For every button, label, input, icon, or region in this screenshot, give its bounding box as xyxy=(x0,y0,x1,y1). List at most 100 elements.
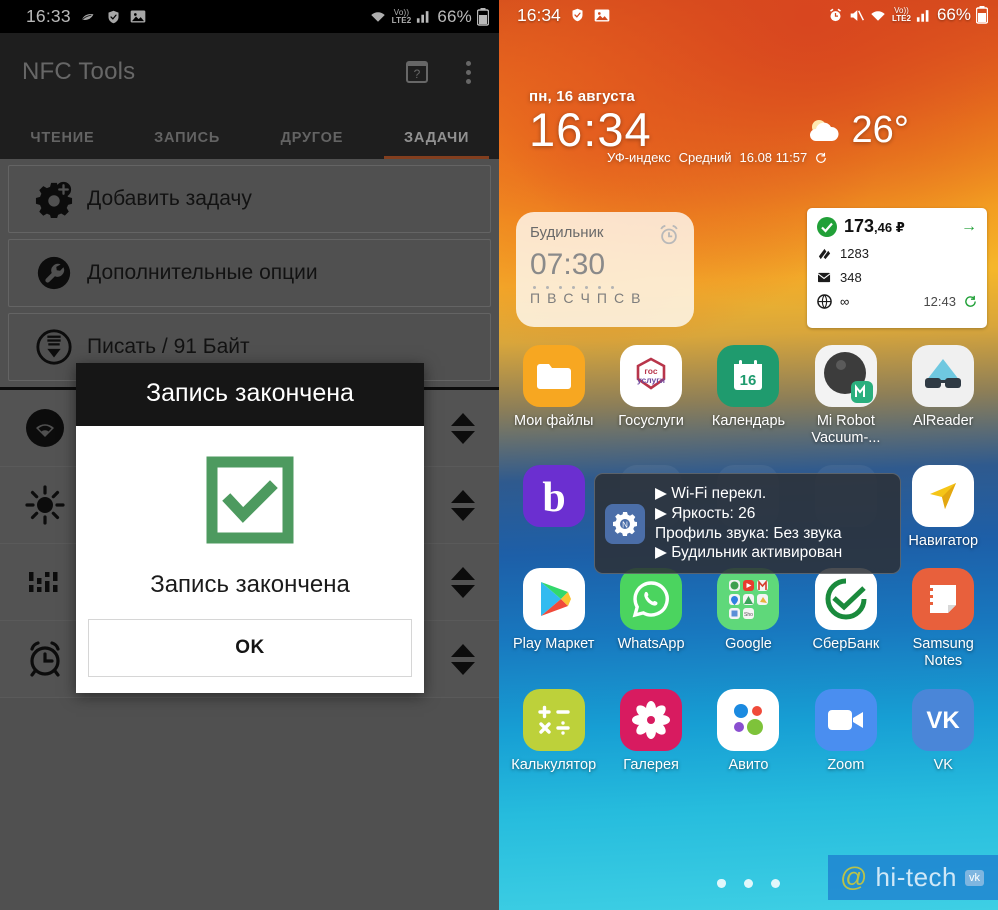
popup-line: ▶ Яркость: 26 xyxy=(655,504,756,522)
alarm-widget[interactable]: Будильник 07:30 П В С Ч П С В xyxy=(516,212,694,327)
alarm-days-row: П В С Ч П С В xyxy=(530,290,680,306)
app-label: Zoom xyxy=(827,756,865,773)
automation-popup-lines: ▶ Wi-Fi перекл. ▶ Яркость: 26 Профиль зв… xyxy=(655,484,842,563)
sber-logo-icon xyxy=(817,216,837,237)
app-label: Галерея xyxy=(623,756,679,773)
app-label: Навигатор xyxy=(908,533,979,550)
app-label: Google xyxy=(725,636,772,653)
app-zoom[interactable]: Zoom xyxy=(797,688,894,774)
app-row: Калькулятор Галерея Авито Zoom VK VK xyxy=(499,688,998,774)
yandex-navigator-icon xyxy=(912,465,975,528)
right-status-bar: 16:34 Vo)) LTE2 66% xyxy=(499,0,998,30)
app-gosuslugi[interactable]: гос услуги Госуслуги xyxy=(602,345,699,447)
gosuslugi-icon: гос услуги xyxy=(620,345,683,407)
page-dot-1[interactable] xyxy=(717,879,726,888)
bank-widget-header: 173,46 ₽ → xyxy=(817,216,977,237)
bank-row-value: ∞ xyxy=(840,294,850,309)
bank-widget[interactable]: 173,46 ₽ → 1283 348 ∞ 12:43 xyxy=(807,208,987,328)
play-store-icon xyxy=(522,568,585,631)
google-folder-icon: Sho xyxy=(717,568,780,631)
right-phone-screen: 16:34 Vo)) LTE2 66% пн, 16 августа 16:34… xyxy=(499,0,998,910)
app-row: Play Маркет WhatsApp Sho Google СберБанк… xyxy=(499,568,998,670)
clock-weather-widget[interactable]: пн, 16 августа 16:34 26° УФ-индекс Средн… xyxy=(529,88,969,165)
app-label: Mi Robot Vacuum-... xyxy=(811,413,881,447)
alarm-day: Ч xyxy=(580,290,590,306)
bank-update-time: 12:43 xyxy=(923,294,956,309)
dialog-message: Запись закончена xyxy=(150,571,350,598)
alarm-widget-time: 07:30 xyxy=(530,248,606,281)
green-check-box-icon xyxy=(76,456,424,549)
status-left-group: 16:34 xyxy=(517,5,610,26)
dialog-title: Запись закончена xyxy=(76,363,424,426)
gallery-icon xyxy=(620,688,683,751)
automation-popup[interactable]: N ▶ Wi-Fi перекл. ▶ Яркость: 26 Профиль … xyxy=(594,473,901,575)
sber-spasibo-icon xyxy=(817,246,832,261)
globe-icon xyxy=(817,294,832,309)
bank-row-value: 348 xyxy=(840,270,862,285)
volte-indicator: Vo)) LTE2 xyxy=(892,6,911,23)
calendar-16-icon: 16 xyxy=(717,345,780,407)
status-right-group: Vo)) LTE2 66% xyxy=(828,5,989,25)
app-play-market[interactable]: Play Маркет xyxy=(505,568,602,670)
folder-icon xyxy=(522,345,585,407)
app-label: Калькулятор xyxy=(511,756,597,773)
app-google-folder[interactable]: Sho Google xyxy=(700,568,797,670)
sberbank-icon xyxy=(814,568,877,631)
refresh-icon[interactable] xyxy=(815,152,827,164)
dual-screenshot-stage: 16:33 Vo)) LTE2 66% NFC Tools ? ЧТЕНИЕ З… xyxy=(0,0,998,910)
app-avito[interactable]: Авито xyxy=(700,688,797,774)
mi-robot-vacuum-icon xyxy=(814,345,877,407)
refresh-icon[interactable] xyxy=(964,295,977,308)
weather-updated: 16.08 11:57 xyxy=(739,150,808,166)
svg-text:услуги: услуги xyxy=(637,375,665,385)
samsung-notes-icon xyxy=(912,568,975,631)
partly-cloudy-icon xyxy=(806,116,846,146)
mute-icon xyxy=(848,8,864,23)
svg-text:VK: VK xyxy=(927,707,961,734)
app-label: Play Маркет xyxy=(513,636,595,653)
app-label: СберБанк xyxy=(812,636,880,653)
signal-icon xyxy=(916,8,932,23)
app-label: Мои файлы xyxy=(513,413,594,429)
alreader-icon xyxy=(912,345,975,407)
status-time: 16:34 xyxy=(517,4,561,25)
whatsapp-icon xyxy=(620,568,683,631)
vk-icon: VK xyxy=(912,688,975,751)
app-samsung-notes[interactable]: Samsung Notes xyxy=(895,568,992,670)
alarm-day: С xyxy=(563,290,574,306)
app-alreader[interactable]: AlReader xyxy=(895,345,992,447)
bank-row: 1283 xyxy=(817,246,977,261)
app-label: Госуслуги xyxy=(618,413,684,429)
weather-temperature: 26° xyxy=(851,109,909,151)
app-whatsapp[interactable]: WhatsApp xyxy=(602,568,699,670)
arrow-right-icon[interactable]: → xyxy=(961,218,977,236)
page-dot-2[interactable] xyxy=(744,879,753,888)
write-finished-dialog: Запись закончена Запись закончена OK xyxy=(76,363,424,693)
app-my-files[interactable]: Мои файлы xyxy=(505,345,602,447)
page-dot-3[interactable] xyxy=(771,879,780,888)
app-mi-robot-vacuum[interactable]: Mi Robot Vacuum-... xyxy=(797,345,894,447)
app-calculator[interactable]: Калькулятор xyxy=(505,688,602,774)
app-sberbank[interactable]: СберБанк xyxy=(797,568,894,670)
bank-amount: 173,46 ₽ xyxy=(844,216,905,236)
popup-line: ▶ Wi-Fi перекл. xyxy=(655,485,767,502)
app-label: WhatsApp xyxy=(617,636,685,653)
at-icon: @ xyxy=(840,862,868,892)
dialog-body: Запись закончена OK xyxy=(76,426,424,693)
avito-icon xyxy=(717,688,780,751)
alarm-day-dots xyxy=(530,286,680,289)
alarm-day: П xyxy=(596,290,607,306)
app-label: Авито xyxy=(728,756,769,773)
app-label: Календарь xyxy=(711,413,786,429)
dialog-ok-button[interactable]: OK xyxy=(88,619,412,677)
app-vk[interactable]: VK VK xyxy=(895,688,992,774)
app-calendar[interactable]: 16 Календарь xyxy=(700,345,797,447)
app-binance[interactable]: b xyxy=(505,465,602,550)
alarm-day: П xyxy=(530,290,541,306)
wifi-icon xyxy=(869,8,887,23)
app-yandex-navigator[interactable]: Навигатор xyxy=(895,465,992,550)
image-icon xyxy=(594,8,610,23)
uv-label: УФ-индекс xyxy=(607,150,671,166)
app-gallery[interactable]: Галерея xyxy=(602,688,699,774)
app-row: Мои файлы гос услуги Госуслуги 16 Календ… xyxy=(499,345,998,447)
